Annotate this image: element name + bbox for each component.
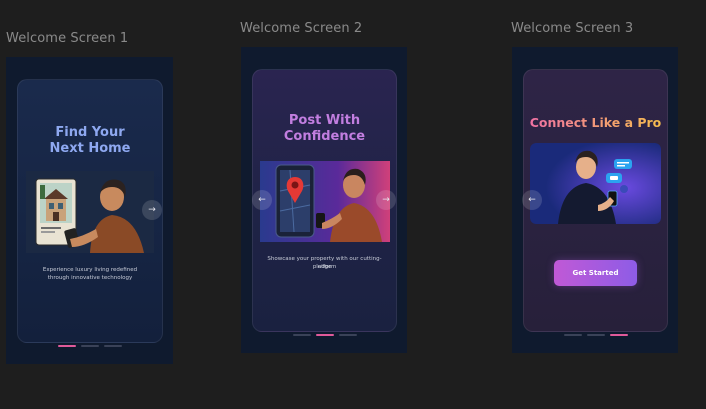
property-post-illustration — [260, 161, 390, 242]
welcome-screen-3: Connect Like a Pro Get Started ← — [512, 47, 678, 353]
next-arrow-button[interactable]: → — [142, 200, 162, 220]
title-line-1: Find Your — [55, 125, 125, 140]
welcome-screen-2: Post With Confidence Showcase your prope… — [241, 47, 407, 353]
get-started-button[interactable]: Get Started — [554, 260, 637, 286]
onboarding-card: Connect Like a Pro Get Started — [523, 69, 668, 332]
pagination-dots — [293, 334, 357, 337]
pagination-dot-1[interactable] — [564, 334, 582, 336]
description-line-2: platform — [312, 264, 337, 270]
title-line-2: Next Home — [49, 141, 131, 156]
prev-arrow-button[interactable]: ← — [522, 190, 542, 210]
pagination-dots — [564, 334, 628, 337]
house-illustration — [26, 171, 154, 253]
pagination-dot-2[interactable] — [587, 334, 605, 336]
pagination-dot-1[interactable] — [58, 345, 76, 347]
prev-arrow-button[interactable]: ← — [252, 190, 272, 210]
description-line-1: Experience luxury living redefined — [42, 267, 138, 273]
title-line-2: Confidence — [283, 129, 366, 144]
pagination-dots — [58, 345, 122, 348]
welcome-screen-1: Find Your Next Home Experience luxury li… — [6, 57, 173, 364]
description-line-2: through innovative technology — [47, 275, 133, 281]
pagination-dot-3[interactable] — [339, 334, 357, 336]
title-line-1: Post With — [288, 113, 361, 128]
frame-label-welcome-3: Welcome Screen 3 — [511, 21, 634, 36]
pagination-dot-2[interactable] — [81, 345, 99, 347]
pagination-dot-3[interactable] — [104, 345, 122, 347]
frame-label-welcome-1: Welcome Screen 1 — [6, 31, 129, 46]
pagination-dot-2[interactable] — [316, 334, 334, 336]
connect-illustration — [530, 143, 661, 224]
house-hunter-illustration — [26, 171, 154, 253]
next-arrow-button[interactable]: → — [376, 190, 396, 210]
connect-pro-illustration — [530, 143, 661, 224]
frame-label-welcome-2: Welcome Screen 2 — [240, 21, 363, 36]
title-line-1: Connect Like a Pro — [524, 115, 667, 130]
pagination-dot-1[interactable] — [293, 334, 311, 336]
pagination-dot-3[interactable] — [610, 334, 628, 336]
post-illustration — [260, 161, 390, 242]
